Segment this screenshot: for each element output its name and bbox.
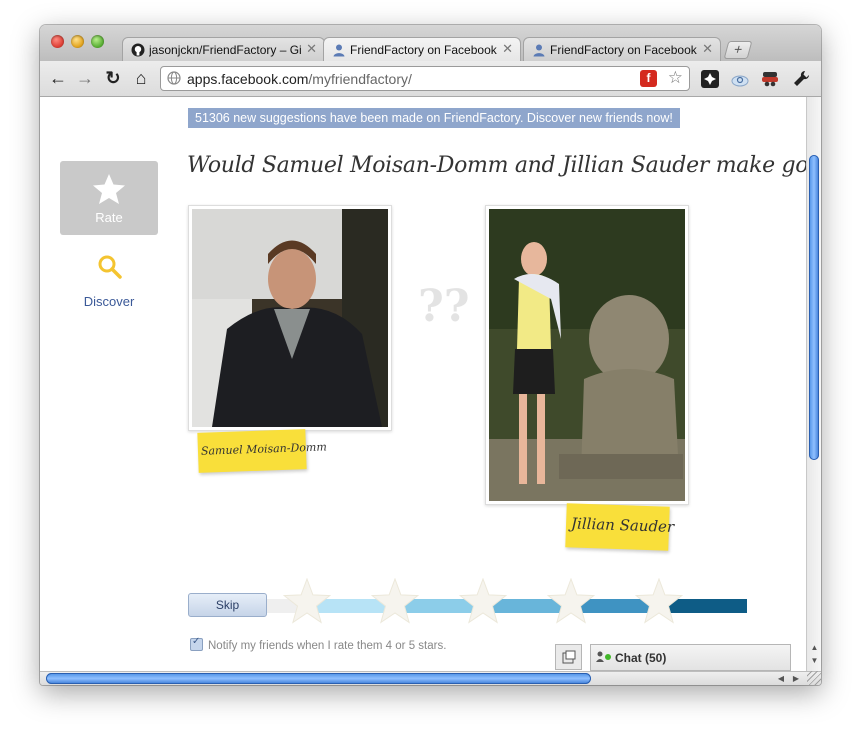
tab-title: FriendFactory on Facebook (: [550, 43, 698, 57]
magnifier-icon: [98, 255, 122, 279]
chat-popout-button[interactable]: [555, 644, 582, 670]
minimize-window-button[interactable]: [71, 35, 84, 48]
extension-puzzle-icon[interactable]: [700, 69, 720, 89]
tab-github[interactable]: jasonjckn/FriendFactory – Gi ✕: [122, 37, 325, 61]
profile-photo-right[interactable]: [485, 205, 689, 505]
tab-close-icon[interactable]: ✕: [702, 41, 713, 57]
tab-close-icon[interactable]: ✕: [306, 41, 317, 57]
incognito-mask-icon[interactable]: [760, 69, 780, 89]
tab-title: FriendFactory on Facebook (: [350, 43, 498, 57]
facebook-user-icon: [533, 44, 545, 57]
globe-icon: [167, 71, 181, 85]
browser-toolbar: ← → ↻ ⌂ apps.facebook.com/myfriendfactor…: [40, 61, 821, 97]
close-window-button[interactable]: [51, 35, 64, 48]
rating-star-icon-5[interactable]: [634, 578, 684, 624]
home-icon[interactable]: ⌂: [130, 67, 152, 89]
chat-count: (50): [645, 651, 667, 665]
browser-window: jasonjckn/FriendFactory – Gi ✕ FriendFac…: [40, 25, 821, 685]
horizontal-scrollbar[interactable]: ◀ ▶: [40, 671, 821, 685]
notify-label: Notify my friends when I rate them 4 or …: [208, 640, 447, 652]
horizontal-scroll-thumb[interactable]: [46, 673, 591, 684]
url-text: apps.facebook.com/myfriendfactory/: [187, 71, 412, 87]
sidebar-item-discover[interactable]: Discover: [60, 253, 158, 313]
suggestions-banner[interactable]: 51306 new suggestions have been made on …: [188, 108, 680, 128]
rating-star-icon-1[interactable]: [282, 578, 332, 624]
rating-segment-5[interactable]: [667, 599, 747, 613]
question-marks: ??: [418, 281, 470, 332]
github-icon: [131, 43, 145, 57]
rating-star-icon-3[interactable]: [458, 578, 508, 624]
skip-button[interactable]: Skip: [188, 593, 267, 617]
person-photo: [489, 209, 685, 501]
bookmark-star-icon[interactable]: ☆: [668, 68, 683, 88]
sidebar-item-label: Rate: [95, 210, 123, 225]
scroll-up-icon[interactable]: ▲: [809, 642, 820, 653]
sidebar-item-label: Discover: [83, 294, 135, 309]
url-path: /myfriendfactory/: [308, 71, 412, 87]
sidebar-item-rate[interactable]: Rate: [60, 161, 158, 235]
scroll-left-icon[interactable]: ◀: [775, 673, 787, 685]
popout-icon: [562, 650, 576, 664]
star-icon: [93, 174, 125, 204]
profile-photo-left[interactable]: [188, 205, 392, 431]
tab-friendfactory-active[interactable]: FriendFactory on Facebook ( ✕: [323, 37, 521, 61]
address-bar[interactable]: apps.facebook.com/myfriendfactory/ f ☆: [160, 66, 690, 91]
new-tab-button[interactable]: +: [723, 41, 753, 59]
chat-user-icon: [596, 651, 604, 662]
facebook-user-icon: [333, 44, 345, 57]
back-icon[interactable]: ←: [47, 67, 69, 89]
scroll-right-icon[interactable]: ▶: [790, 673, 802, 685]
online-dot-icon: [605, 654, 611, 660]
rating-bar[interactable]: [267, 578, 747, 628]
chat-label: Chat (50): [615, 651, 666, 665]
vertical-scroll-thumb[interactable]: [809, 155, 819, 460]
scroll-down-icon[interactable]: ▼: [809, 655, 820, 666]
rating-star-icon-2[interactable]: [370, 578, 420, 624]
maximize-window-button[interactable]: [91, 35, 104, 48]
tab-strip: jasonjckn/FriendFactory – Gi ✕ FriendFac…: [40, 25, 821, 61]
url-host: apps.facebook.com: [187, 71, 309, 87]
tab-close-icon[interactable]: ✕: [502, 41, 513, 57]
chat-text: Chat: [615, 651, 642, 665]
person-photo: [192, 209, 388, 427]
resize-grip[interactable]: [807, 671, 821, 685]
notify-option[interactable]: Notify my friends when I rate them 4 or …: [190, 636, 447, 652]
name-note-left: Samuel Moisan-Domm: [197, 429, 327, 473]
chat-bar[interactable]: Chat (50): [590, 644, 791, 671]
forward-icon[interactable]: →: [74, 67, 96, 89]
wrench-icon[interactable]: [791, 69, 811, 89]
notify-checkbox[interactable]: [190, 636, 203, 651]
tab-title: jasonjckn/FriendFactory – Gi: [149, 43, 302, 57]
page-title: Would Samuel Moisan-Domm and Jillian Sau…: [187, 153, 806, 178]
tab-friendfactory[interactable]: FriendFactory on Facebook ( ✕: [523, 37, 721, 61]
cloud-search-icon[interactable]: [730, 69, 750, 89]
rating-star-icon-4[interactable]: [546, 578, 596, 624]
person-name: Samuel Moisan-Domm: [200, 440, 327, 458]
flash-icon[interactable]: f: [640, 70, 657, 87]
name-note-right: Jillian Sauder: [565, 503, 674, 551]
page-content: 51306 new suggestions have been made on …: [40, 97, 806, 671]
person-name: Jillian Sauder: [570, 514, 675, 536]
reload-icon[interactable]: ↻: [102, 67, 124, 89]
vertical-scrollbar[interactable]: ▲ ▼: [806, 97, 821, 671]
